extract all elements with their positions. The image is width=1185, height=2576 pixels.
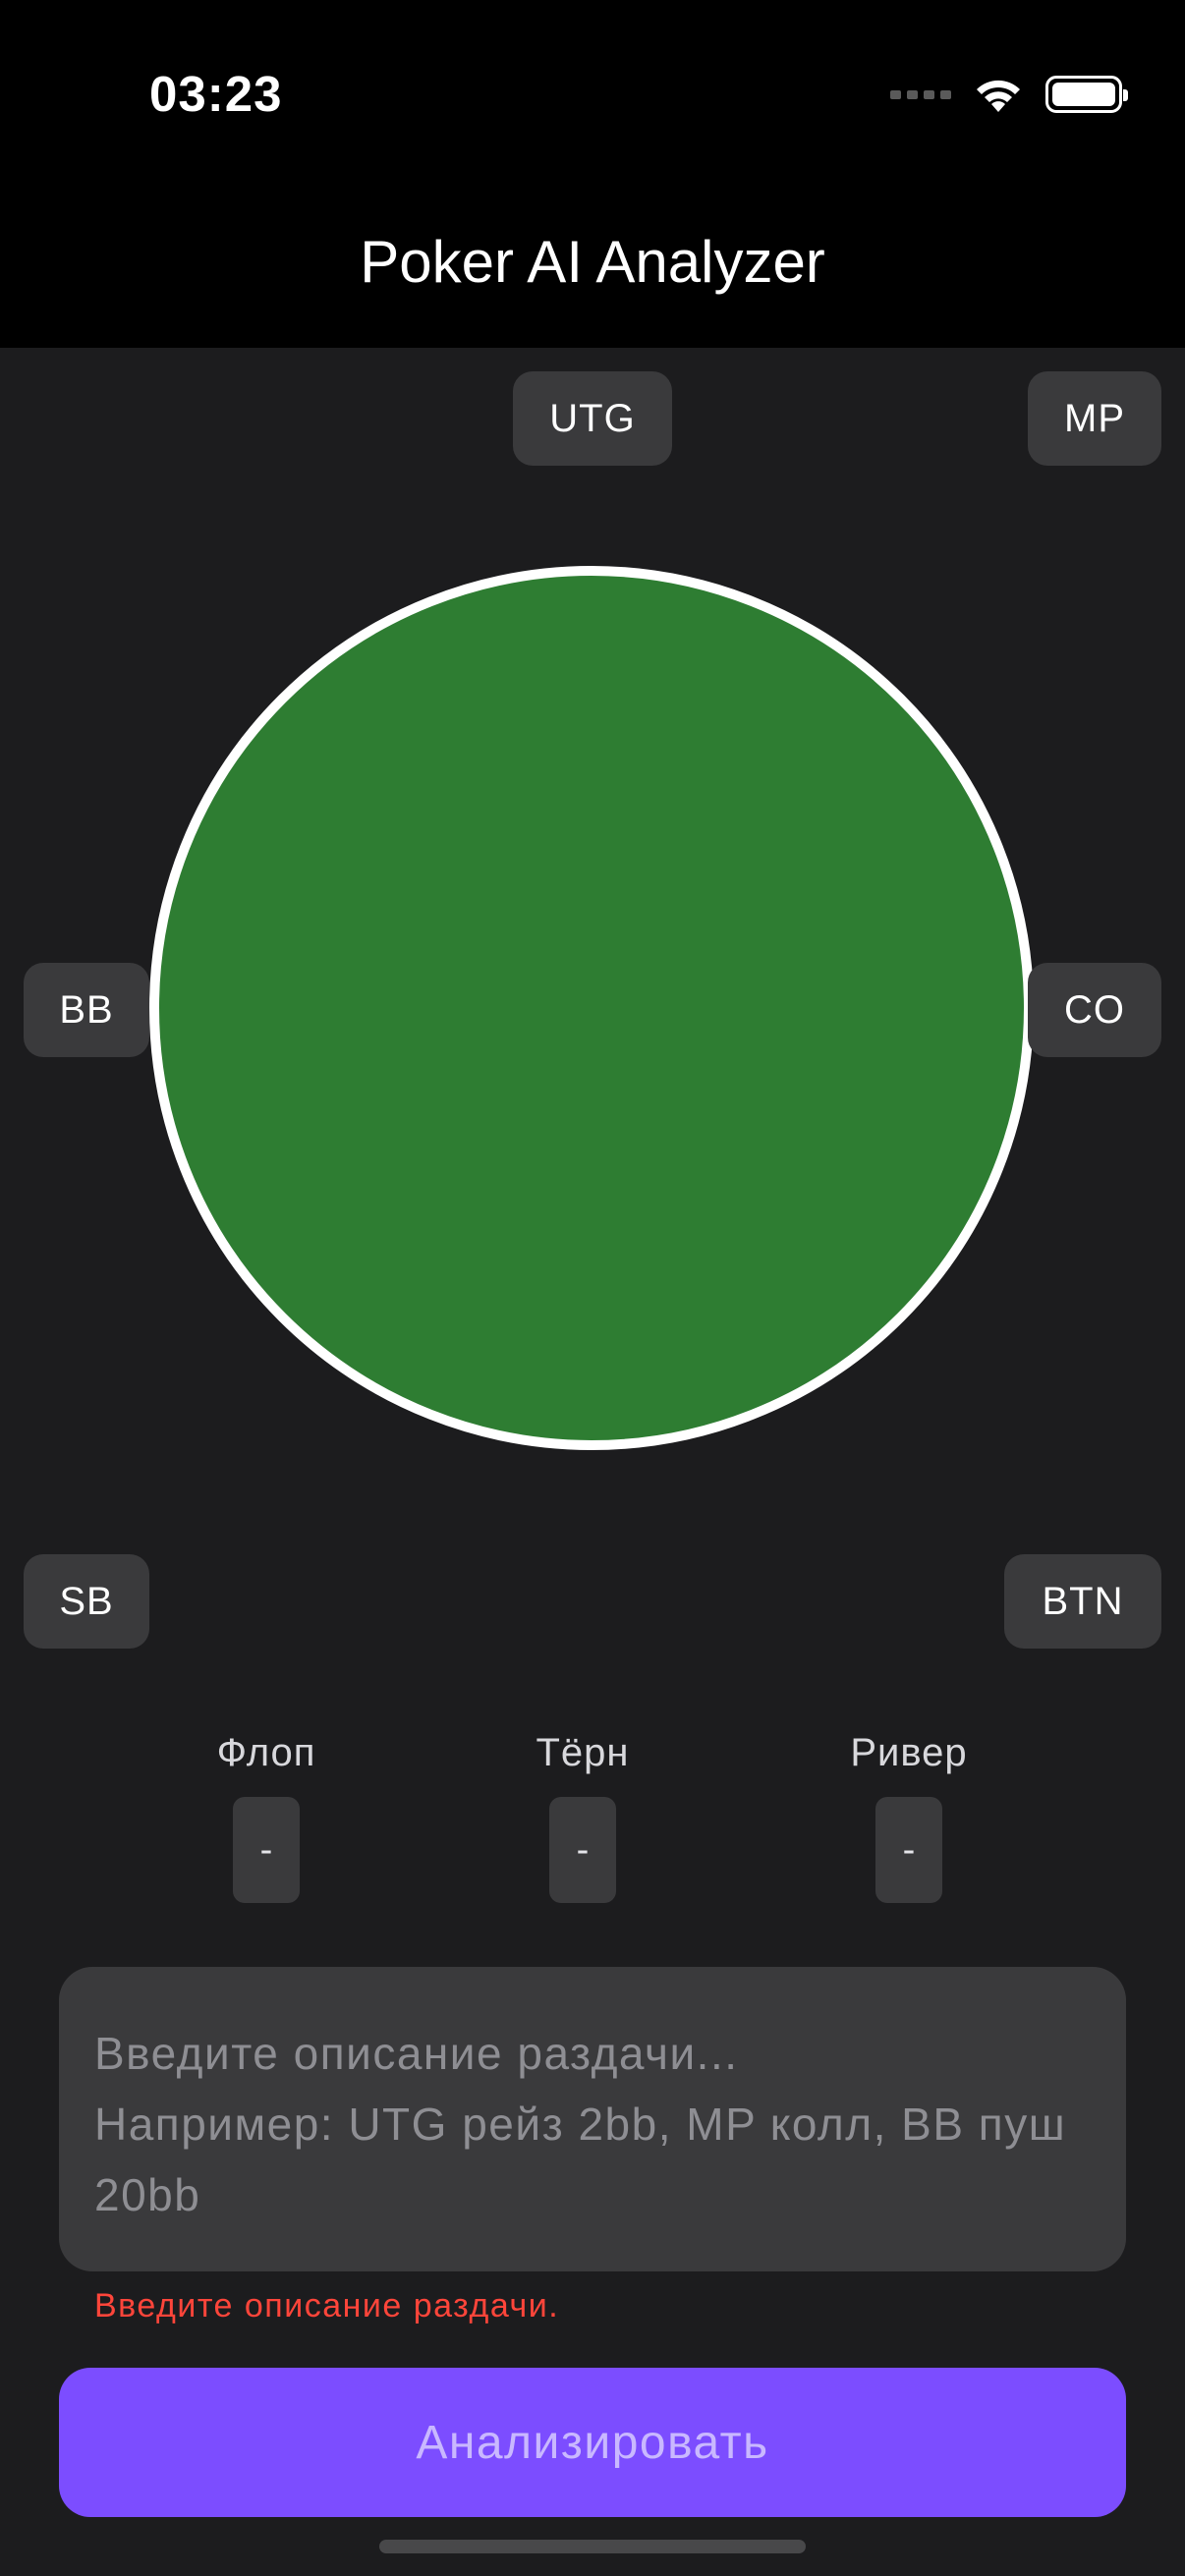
home-indicator bbox=[379, 2540, 806, 2553]
river-card-slot[interactable]: - bbox=[875, 1797, 942, 1903]
seat-co[interactable]: CO bbox=[1028, 963, 1161, 1057]
battery-icon bbox=[1045, 76, 1128, 113]
street-river: Ривер - bbox=[801, 1731, 1017, 1903]
street-flop: Флоп - bbox=[158, 1731, 374, 1903]
wifi-icon bbox=[973, 75, 1024, 114]
signal-icon bbox=[890, 89, 951, 99]
seat-bb[interactable]: BB bbox=[24, 963, 149, 1057]
validation-error: Введите описание раздачи. bbox=[94, 2287, 560, 2324]
hand-description-placeholder: Введите описание раздачи... Например: UT… bbox=[94, 2028, 1067, 2220]
turn-card-slot[interactable]: - bbox=[549, 1797, 616, 1903]
analyze-button[interactable]: Анализировать bbox=[59, 2368, 1126, 2517]
status-icons bbox=[890, 73, 1128, 116]
street-river-label: Ривер bbox=[850, 1731, 968, 1774]
header: 03:23 Poker AI Analyzer bbox=[0, 0, 1185, 348]
street-flop-label: Флоп bbox=[216, 1731, 316, 1774]
flop-cards-slot[interactable]: - bbox=[233, 1797, 300, 1903]
page-title: Poker AI Analyzer bbox=[360, 229, 825, 295]
seat-utg[interactable]: UTG bbox=[513, 371, 672, 466]
seat-mp[interactable]: MP bbox=[1028, 371, 1161, 466]
poker-table bbox=[149, 566, 1034, 1450]
app-screen: 03:23 Poker AI Analyzer UTG MP BB CO SB … bbox=[0, 0, 1185, 2576]
street-turn-label: Тёрн bbox=[536, 1731, 630, 1774]
street-turn: Тёрн - bbox=[475, 1731, 691, 1903]
seat-sb[interactable]: SB bbox=[24, 1554, 149, 1649]
status-time: 03:23 bbox=[149, 66, 283, 122]
seat-btn[interactable]: BTN bbox=[1004, 1554, 1161, 1649]
hand-description-input[interactable]: Введите описание раздачи... Например: UT… bbox=[59, 1967, 1126, 2271]
